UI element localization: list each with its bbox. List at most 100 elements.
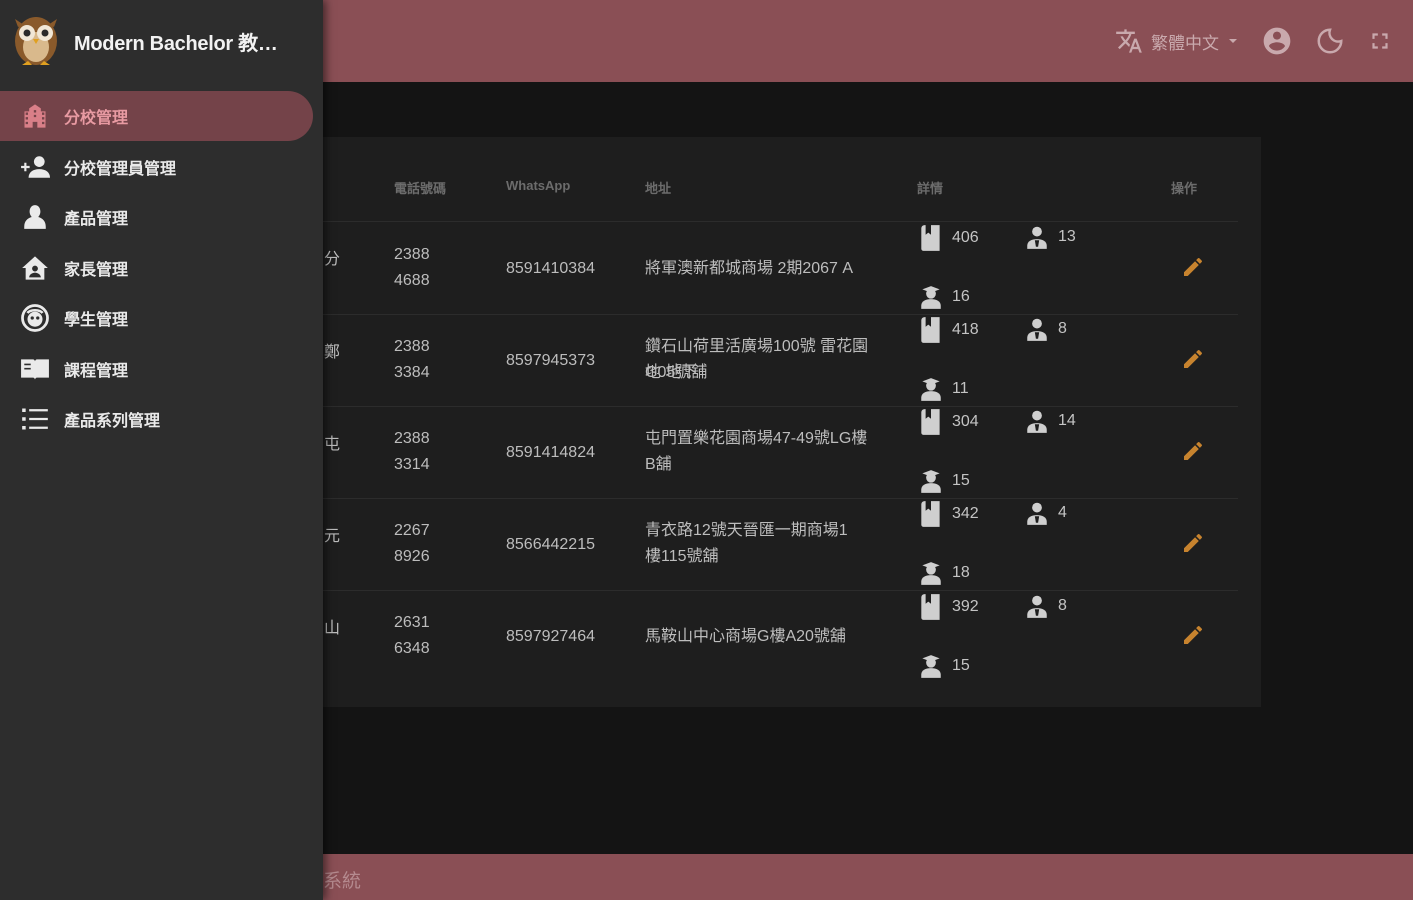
sidebar: Modern Bachelor 教育... 分校管理 分校管理員管理 產品管理 … xyxy=(0,0,323,900)
teacher-count: 8 xyxy=(1024,593,1067,619)
home-icon xyxy=(20,253,50,283)
whatsapp-number: 8566442215 xyxy=(506,536,595,553)
edit-button[interactable] xyxy=(1180,532,1206,558)
teacher-count: 8 xyxy=(1024,316,1067,342)
teacher-icon xyxy=(1024,500,1050,526)
language-label: 繁體中文 xyxy=(1151,33,1219,53)
teacher-count: 4 xyxy=(1024,500,1067,526)
person-icon xyxy=(20,202,50,232)
book-icon xyxy=(20,354,50,384)
phone-part-2: 3384 xyxy=(394,364,430,381)
student-icon xyxy=(918,560,944,586)
whatsapp-number: 8591414824 xyxy=(506,444,595,461)
branch-name: 分 xyxy=(324,251,341,268)
phone-part-2: 8926 xyxy=(394,548,430,565)
student-icon xyxy=(918,284,944,310)
sidebar-item-label: 分校管理 xyxy=(64,110,129,127)
student-count: 18 xyxy=(918,560,970,586)
whatsapp-number: 8597945373 xyxy=(506,352,595,369)
header-address: 地址 xyxy=(645,181,672,196)
edit-button[interactable] xyxy=(1180,624,1206,650)
owl-logo-icon xyxy=(12,11,60,72)
address-line-2: B舖 xyxy=(645,456,672,473)
header-details: 詳情 xyxy=(917,181,944,196)
toolbar-actions: 繁體中文 xyxy=(1115,22,1393,60)
header-whatsapp: WhatsApp xyxy=(506,178,571,193)
book-icon xyxy=(918,593,944,621)
address-line-2: 樓115號舖 xyxy=(645,548,719,565)
sidebar-item-product-management[interactable]: 產品管理 xyxy=(0,192,313,242)
sidebar-item-parent-management[interactable]: 家長管理 xyxy=(0,243,313,293)
pencil-icon xyxy=(1181,439,1205,468)
pencil-icon xyxy=(1181,531,1205,560)
sidebar-item-label: 產品系列管理 xyxy=(64,413,161,430)
brand-header: Modern Bachelor 教育... xyxy=(0,0,323,82)
sidebar-item-label: 學生管理 xyxy=(64,312,129,329)
footer-text: 系統 xyxy=(323,871,362,892)
student-count: 11 xyxy=(918,376,969,402)
row-divider xyxy=(323,406,1238,407)
app-title: Modern Bachelor 教育... xyxy=(74,32,289,55)
row-divider xyxy=(323,498,1238,499)
fullscreen-icon[interactable] xyxy=(1367,28,1393,54)
chevron-down-icon xyxy=(1227,35,1239,47)
header-phone: 電話號碼 xyxy=(394,181,447,196)
phone-part-1: 2267 xyxy=(394,522,430,539)
pencil-icon xyxy=(1181,623,1205,652)
student-icon xyxy=(918,653,944,679)
edit-button[interactable] xyxy=(1180,256,1206,282)
translate-icon xyxy=(1115,27,1143,55)
sidebar-item-branch-management[interactable]: 分校管理 xyxy=(0,91,313,141)
row-divider xyxy=(323,314,1238,315)
student-count: 15 xyxy=(918,653,970,679)
book-count: 304 xyxy=(918,408,979,436)
branch-name: 山 xyxy=(324,620,341,637)
sidebar-item-student-management[interactable]: 學生管理 xyxy=(0,293,313,343)
language-selector[interactable]: 繁體中文 xyxy=(1115,27,1239,55)
sidebar-nav: 分校管理 分校管理員管理 產品管理 家長管理 學生管理 課程管理 產品系列管理 xyxy=(0,91,323,445)
student-count: 16 xyxy=(918,284,970,310)
address-line-2: G05號舖 xyxy=(645,364,708,381)
sidebar-item-label: 分校管理員管理 xyxy=(64,160,177,178)
header-actions: 操作 xyxy=(1171,181,1198,196)
book-icon xyxy=(918,408,944,436)
phone-part-2: 4688 xyxy=(394,272,430,289)
book-icon xyxy=(918,224,944,252)
book-count: 418 xyxy=(918,316,979,344)
teacher-icon xyxy=(1024,408,1050,434)
account-icon[interactable] xyxy=(1261,25,1293,57)
sidebar-item-product-series-management[interactable]: 產品系列管理 xyxy=(0,394,313,444)
student-icon xyxy=(918,376,944,402)
sidebar-item-label: 課程管理 xyxy=(64,362,129,380)
sidebar-item-label: 家長管理 xyxy=(64,261,129,279)
edit-button[interactable] xyxy=(1180,348,1206,374)
teacher-icon xyxy=(1024,224,1050,250)
address-line-1: 馬鞍山中心商場G樓A20號舖 xyxy=(645,628,846,645)
edit-button[interactable] xyxy=(1180,440,1206,466)
address-line-1: 屯門置樂花園商場47-49號LG樓 xyxy=(645,430,868,447)
address-line-1: 青衣路12號天晉匯一期商場1 xyxy=(645,522,848,539)
branch-name: 鄭 xyxy=(324,344,341,361)
school-icon xyxy=(20,101,50,131)
face-icon xyxy=(20,303,50,333)
admin-group-icon xyxy=(20,152,50,182)
phone-part-1: 2388 xyxy=(394,338,430,355)
whatsapp-number: 8591410384 xyxy=(506,260,595,277)
teacher-icon xyxy=(1024,316,1050,342)
phone-part-2: 6348 xyxy=(394,640,430,657)
sidebar-item-branch-admin-management[interactable]: 分校管理員管理 xyxy=(0,142,313,192)
dark-mode-icon[interactable] xyxy=(1315,26,1345,56)
teacher-count: 14 xyxy=(1024,408,1076,434)
book-count: 392 xyxy=(918,593,979,621)
branch-name: 元 xyxy=(324,528,341,545)
phone-part-1: 2388 xyxy=(394,430,430,447)
teacher-icon xyxy=(1024,593,1050,619)
row-divider xyxy=(323,221,1238,222)
row-divider xyxy=(323,590,1238,591)
list-icon xyxy=(20,404,50,434)
book-count: 406 xyxy=(918,224,979,252)
sidebar-item-course-management[interactable]: 課程管理 xyxy=(0,344,313,394)
teacher-count: 13 xyxy=(1024,224,1076,250)
pencil-icon xyxy=(1181,255,1205,284)
branch-name: 屯 xyxy=(324,436,341,453)
